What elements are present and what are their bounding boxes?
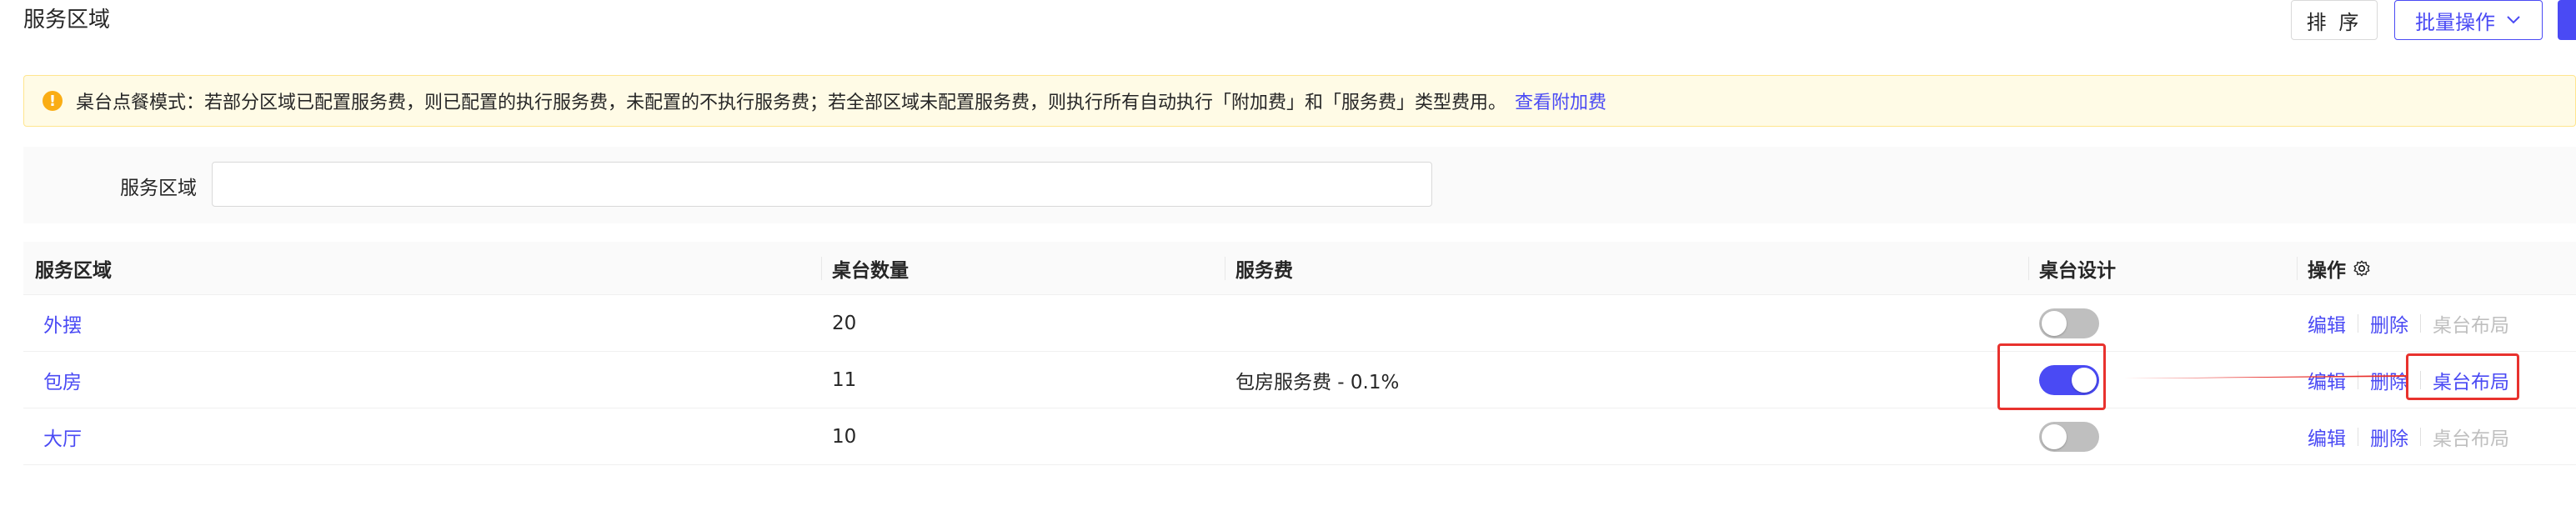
area-name-link[interactable]: 大厅 (43, 423, 82, 451)
design-toggle[interactable] (2039, 308, 2099, 338)
service-area-search-input[interactable] (212, 162, 1432, 207)
row-actions: 编辑 删除 桌台布局 (2308, 309, 2509, 338)
chevron-down-icon (2507, 16, 2520, 24)
column-header-fee: 服务费 (1225, 242, 2029, 295)
column-header-actions: 操作 (2298, 242, 2576, 295)
batch-operations-label: 批量操作 (2415, 11, 2495, 34)
row-actions: 编辑 删除 桌台布局 (2308, 423, 2509, 451)
filter-label: 服务区域 (120, 178, 197, 199)
table-header: 服务区域 桌台数量 服务费 桌台设计 操作 (23, 242, 2576, 295)
table-count: 10 (832, 425, 857, 448)
notice-text: 桌台点餐模式：若部分区域已配置服务费，则已配置的执行服务费，未配置的不执行服务费… (76, 93, 1507, 113)
view-surcharge-link[interactable]: 查看附加费 (1515, 88, 1606, 114)
filter-bar: 服务区域 (23, 147, 2576, 223)
column-header-area: 服务区域 (23, 242, 822, 295)
delete-link[interactable]: 删除 (2370, 423, 2408, 451)
table-fee (1225, 295, 2029, 352)
edit-link[interactable]: 编辑 (2308, 309, 2346, 338)
warning-icon: ! (43, 91, 63, 111)
notice-banner: ! 桌台点餐模式：若部分区域已配置服务费，则已配置的执行服务费，未配置的不执行服… (23, 75, 2576, 127)
batch-operations-button[interactable]: 批量操作 (2394, 0, 2543, 40)
table-fee: 包房服务费 - 0.1% (1235, 371, 1400, 393)
column-header-count: 桌台数量 (822, 242, 1225, 295)
highlight-box-toggle (1997, 343, 2106, 410)
delete-link[interactable]: 删除 (2370, 309, 2408, 338)
table-fee (1225, 408, 2029, 465)
gear-icon[interactable] (2353, 259, 2371, 278)
annotation-arrow (2124, 375, 2406, 378)
area-name-link[interactable]: 外摆 (43, 309, 82, 338)
column-header-design: 桌台设计 (2029, 242, 2298, 295)
table-row: 大厅 10 编辑 删除 桌台布局 (23, 408, 2576, 465)
top-actions: 排 序 批量操作 (2291, 0, 2576, 40)
edit-link[interactable]: 编辑 (2308, 423, 2346, 451)
primary-button-partial[interactable] (2558, 0, 2576, 40)
table-layout-link: 桌台布局 (2433, 314, 2509, 337)
highlight-box-layout (2406, 353, 2519, 400)
design-toggle[interactable] (2039, 421, 2099, 452)
sort-button[interactable]: 排 序 (2291, 0, 2378, 40)
service-area-table: 服务区域 桌台数量 服务费 桌台设计 操作 外摆 20 编辑 删除 桌台布局 包… (23, 242, 2576, 465)
page-title: 服务区域 (23, 8, 111, 33)
table-layout-link: 桌台布局 (2433, 428, 2509, 450)
table-row: 外摆 20 编辑 删除 桌台布局 (23, 295, 2576, 352)
table-count: 20 (832, 312, 857, 334)
area-name-link[interactable]: 包房 (43, 366, 82, 394)
table-count: 11 (832, 368, 857, 391)
